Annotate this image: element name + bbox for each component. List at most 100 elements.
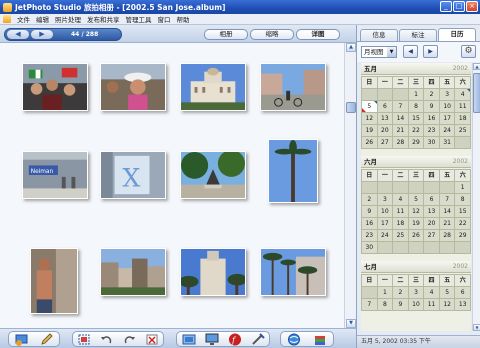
tab-calendar[interactable]: 日历 (438, 28, 476, 41)
calendar-day[interactable]: 1 (377, 287, 393, 298)
close-button[interactable]: × (466, 1, 478, 12)
select-all-button[interactable] (76, 332, 92, 346)
calendar-day[interactable]: 6 (377, 101, 393, 112)
calendar-day[interactable]: 14 (393, 113, 408, 124)
previous-month-button[interactable]: ◀ (403, 45, 418, 58)
calendar-day[interactable]: 13 (424, 206, 439, 217)
calendar-day[interactable]: 6 (455, 287, 470, 298)
calendar-day[interactable]: 5 (439, 287, 455, 298)
calendar-day[interactable]: 20 (377, 125, 393, 136)
calendar-day[interactable]: 11 (393, 206, 408, 217)
previous-page-button[interactable]: ◀ (7, 30, 29, 39)
calendar-day[interactable]: 20 (424, 218, 439, 229)
calendar-day[interactable]: 16 (362, 218, 377, 229)
calendar-day[interactable]: 22 (455, 218, 470, 229)
calendar-day[interactable]: 12 (439, 299, 455, 310)
calendar-day[interactable]: 10 (377, 206, 393, 217)
menu-edit[interactable]: 编辑 (33, 14, 52, 24)
calendar-day[interactable]: 9 (424, 101, 439, 112)
scroll-thumb[interactable] (473, 73, 480, 113)
photo-thumbnail[interactable] (180, 151, 246, 199)
photo-thumbnail[interactable] (30, 248, 78, 314)
calendar-day[interactable]: 11 (424, 299, 439, 310)
photo-thumbnail[interactable] (22, 63, 88, 111)
menu-photo-processing[interactable]: 照片处理 (52, 14, 84, 24)
photo-thumbnail[interactable]: Neiman (22, 151, 88, 199)
slideshow-button[interactable] (14, 332, 30, 346)
menu-manage-tools[interactable]: 管理工具 (123, 14, 155, 24)
edit-button[interactable] (39, 332, 55, 346)
calendar-day[interactable]: 18 (455, 113, 470, 124)
calendar-day[interactable]: 7 (362, 299, 377, 310)
calendar-day[interactable]: 2 (362, 194, 377, 205)
photo-thumbnail[interactable] (180, 63, 246, 111)
calendar-day[interactable]: 21 (439, 218, 455, 229)
rotate-left-button[interactable] (99, 332, 115, 346)
calendar-day[interactable]: 29 (408, 137, 424, 148)
calendar-day[interactable]: 10 (408, 299, 424, 310)
calendar-day[interactable]: 4 (424, 287, 439, 298)
calendar-day[interactable]: 1 (408, 89, 424, 100)
calendar-day[interactable]: 10 (439, 101, 455, 112)
calendar-day[interactable]: 16 (424, 113, 439, 124)
tab-info[interactable]: 信息 (360, 29, 398, 41)
scroll-down-icon[interactable]: ▼ (473, 324, 480, 331)
calendar-day[interactable]: 27 (424, 230, 439, 241)
calendar-day[interactable]: 3 (439, 89, 455, 100)
calendar-day[interactable]: 4 (393, 194, 408, 205)
calendar-day[interactable]: 30 (424, 137, 439, 148)
flash-button[interactable]: f (227, 332, 243, 346)
monitor-button[interactable] (204, 332, 220, 346)
calendar-day[interactable]: 8 (377, 299, 393, 310)
calendar-day[interactable]: 25 (393, 230, 408, 241)
calendar-day[interactable]: 26 (408, 230, 424, 241)
maximize-button[interactable]: □ (453, 1, 465, 12)
calendar-day[interactable]: 6 (424, 194, 439, 205)
calendar-day[interactable]: 22 (408, 125, 424, 136)
calendar-day[interactable]: 23 (362, 230, 377, 241)
calendar-day[interactable]: 30 (362, 242, 377, 253)
calendar-day[interactable]: 7 (393, 101, 408, 112)
calendar-day[interactable]: 15 (455, 206, 470, 217)
calendar-day[interactable]: 11 (455, 101, 470, 112)
calendar-day[interactable]: 28 (393, 137, 408, 148)
tab-album[interactable]: 相册 (204, 29, 248, 40)
calendar-day[interactable]: 7 (439, 194, 455, 205)
calendar-day[interactable]: 28 (439, 230, 455, 241)
calendar-day[interactable]: 24 (377, 230, 393, 241)
calendar-day[interactable]: 12 (362, 113, 377, 124)
next-month-button[interactable]: ▶ (423, 45, 438, 58)
calendar-day[interactable]: 13 (455, 299, 470, 310)
edit-tools-button[interactable] (250, 332, 266, 346)
calendar-day[interactable]: 1 (455, 182, 470, 193)
calendar-day[interactable]: 15 (408, 113, 424, 124)
menu-window[interactable]: 窗口 (155, 14, 174, 24)
calendar-day[interactable]: 14 (439, 206, 455, 217)
calendar-day[interactable]: 9 (393, 299, 408, 310)
calendar-day[interactable]: 3 (377, 194, 393, 205)
photo-thumbnail[interactable] (260, 248, 326, 296)
calendar-day[interactable]: 17 (439, 113, 455, 124)
menu-file[interactable]: 文件 (14, 14, 33, 24)
photo-thumbnail[interactable] (268, 139, 318, 203)
scroll-down-icon[interactable]: ▼ (346, 319, 356, 328)
photo-thumbnail[interactable] (100, 248, 166, 296)
photo-thumbnail[interactable] (260, 63, 326, 111)
menu-publish-share[interactable]: 发布和共享 (84, 14, 123, 24)
calendar-day[interactable]: 24 (439, 125, 455, 136)
tab-details[interactable]: 详图 (296, 29, 340, 40)
calendar-day[interactable]: 12 (408, 206, 424, 217)
photo-thumbnail[interactable]: X (100, 151, 166, 199)
delete-button[interactable] (144, 332, 160, 346)
internet-button[interactable] (286, 332, 302, 346)
calendar-day[interactable]: 31 (439, 137, 455, 148)
calendar-settings-button[interactable]: ⚙ (461, 45, 476, 58)
calendar-day[interactable]: 17 (377, 218, 393, 229)
calendar-scrollbar[interactable]: ▲ ▼ (472, 63, 480, 331)
publish-web-button[interactable] (181, 332, 197, 346)
calendar-day[interactable]: 19 (408, 218, 424, 229)
calendar-day[interactable]: 13 (377, 113, 393, 124)
minimize-button[interactable]: _ (440, 1, 452, 12)
calendar-day[interactable]: 2 (424, 89, 439, 100)
scroll-up-icon[interactable]: ▲ (473, 63, 480, 70)
